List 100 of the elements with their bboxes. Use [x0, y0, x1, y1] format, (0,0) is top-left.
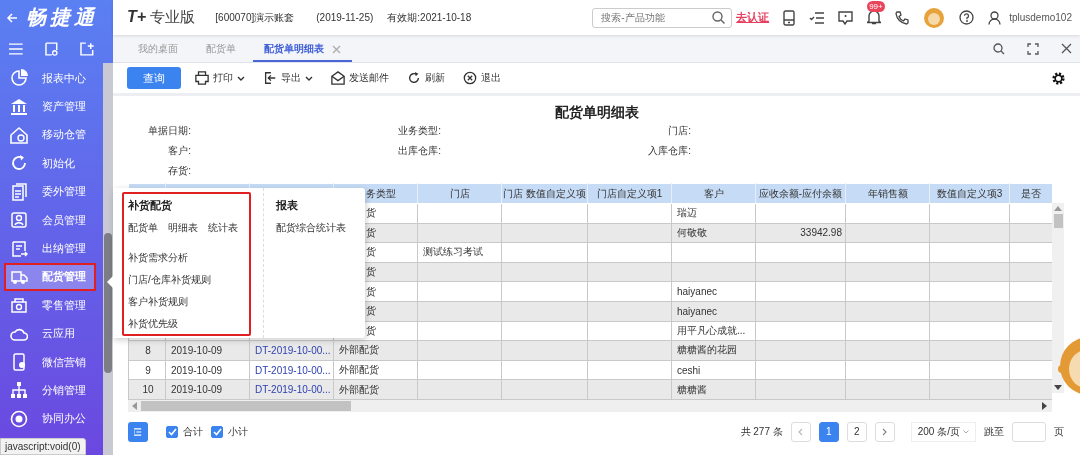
validity-text: 有效期:2021-10-18 [387, 10, 472, 25]
message-icon[interactable] [838, 10, 854, 25]
sidebar-item[interactable]: 委外管理 [0, 177, 103, 206]
help-icon[interactable] [959, 10, 975, 25]
fullscreen-icon[interactable] [1027, 42, 1039, 55]
bank-icon [10, 97, 28, 116]
list-button[interactable] [128, 421, 148, 442]
refresh-icon [407, 71, 421, 85]
table-cell: 测试练习考试 [417, 242, 502, 263]
table-cell: 8 [128, 340, 166, 361]
column-header[interactable]: 是否 [1009, 183, 1052, 204]
arrow-left-icon[interactable] [132, 401, 138, 410]
table-cell: 2019-10-09 [165, 360, 250, 380]
checkbox-label: 小计 [228, 424, 248, 439]
phone-icon[interactable] [895, 10, 910, 25]
add-window-icon[interactable] [80, 42, 94, 56]
user-icon[interactable] [988, 10, 1002, 25]
house-icon [10, 125, 28, 144]
column-header[interactable]: 门店 [417, 183, 502, 204]
document-search-icon[interactable] [44, 42, 59, 56]
caret-icon [237, 75, 245, 81]
list-icon [134, 426, 142, 437]
table-cell: 瑞迈 [671, 203, 756, 224]
arrow-right-icon[interactable] [1042, 401, 1048, 410]
caret-icon [963, 429, 969, 434]
search-icon[interactable] [712, 11, 726, 24]
toolbar-button[interactable]: 退出 [459, 71, 505, 85]
settings-icon[interactable] [1051, 70, 1066, 86]
sidebar-item[interactable]: 初始化 [0, 149, 103, 178]
table-cell: ceshi [671, 360, 756, 380]
document-icon [10, 182, 28, 201]
scrollbar[interactable] [1052, 203, 1064, 393]
sidebar-item[interactable]: 零售管理 [0, 291, 103, 320]
id-card-icon [10, 211, 28, 230]
mail-icon [331, 71, 345, 85]
sidebar-item[interactable]: 会员管理 [0, 205, 103, 235]
table-cell: 9 [128, 360, 166, 380]
column-header[interactable]: 客户 [671, 183, 756, 204]
page-button[interactable]: 1 [818, 421, 839, 442]
tab[interactable]: 配货单明细表 [253, 38, 352, 62]
query-button[interactable]: 查询 [127, 67, 181, 89]
checkbox-label: 合计 [183, 424, 203, 439]
menu-item[interactable]: 统计表 [208, 221, 238, 235]
sidebar-item[interactable]: 云应用 [0, 319, 103, 348]
sidebar-item[interactable]: 报表中心 [0, 64, 103, 93]
scrollbar-thumb[interactable] [104, 233, 112, 373]
close-icon[interactable] [1061, 43, 1072, 54]
page-button[interactable]: 2 [846, 421, 867, 442]
sidebar-item[interactable]: 协同办公 [0, 404, 103, 434]
avatar-icon[interactable] [923, 6, 946, 29]
sidebar-item[interactable]: 分销管理 [0, 376, 103, 405]
table-cell: 外部配货 [333, 360, 418, 380]
filter-label: 单据日期: [147, 124, 191, 138]
checkbox[interactable] [166, 425, 178, 438]
arrow-down-icon[interactable] [1054, 385, 1062, 390]
menu-item[interactable]: 客户补货规则 [128, 295, 263, 309]
status-tooltip: javascript:void(0) [0, 438, 86, 455]
checklist-icon[interactable] [809, 10, 825, 25]
toolbar-button[interactable]: 发送邮件 [327, 71, 393, 85]
menu-item[interactable]: 配货单 [128, 221, 158, 235]
back-arrow-icon[interactable] [6, 11, 18, 24]
search-field[interactable]: 搜索-产品功能 [592, 7, 733, 28]
page-number-field[interactable] [1012, 421, 1046, 442]
column-header[interactable]: 年销售额 [845, 183, 930, 204]
toolbar-button[interactable]: 刷新 [403, 71, 449, 85]
column-header[interactable]: 应收余额-应付余额 [755, 183, 846, 204]
scrollbar-thumb[interactable] [141, 400, 351, 411]
checkbox[interactable] [211, 425, 223, 438]
sidebar-item[interactable]: 微信营销 [0, 347, 103, 377]
page-size-select[interactable]: 200 条/页 [910, 421, 976, 442]
user-name[interactable]: tplusdemo102 [1009, 12, 1072, 23]
column-header[interactable]: 数值自定义项3 [929, 183, 1010, 204]
account-name: [600070]演示账套 [215, 10, 295, 25]
column-header[interactable]: 门店自定义项1 [587, 183, 672, 204]
column-header[interactable]: 门店 数值自定义项 [501, 183, 588, 204]
notification-badge: 99+ [867, 1, 885, 12]
scrollbar[interactable] [103, 63, 113, 455]
toolbar-button[interactable]: 打印 [191, 71, 249, 85]
scrollbar-thumb[interactable] [1053, 214, 1063, 228]
menu-item[interactable]: 补货需求分析 [128, 251, 263, 265]
verify-link[interactable]: 去认证 [736, 10, 770, 25]
filter-label: 存货: [167, 164, 191, 178]
chevron-right-icon [882, 427, 888, 436]
chevron-left-icon [798, 427, 804, 436]
menu-icon[interactable] [9, 43, 23, 55]
menu-item[interactable]: 补货优先级 [128, 317, 263, 331]
search-icon[interactable] [993, 42, 1005, 55]
caret-icon [305, 75, 313, 81]
tablet-icon[interactable] [783, 9, 796, 26]
filter-label: 业务类型: [397, 124, 441, 138]
arrow-up-icon[interactable] [1054, 206, 1062, 211]
menu-item[interactable]: 门店/仓库补货规则 [128, 273, 263, 287]
filter-label: 客户: [167, 144, 191, 158]
sidebar-item[interactable]: 出纳管理 [0, 234, 103, 263]
toolbar-button[interactable]: 导出 [259, 71, 317, 85]
document-link[interactable]: DT-2019-10-00... [249, 360, 334, 380]
sidebar-item[interactable]: 资产管理 [0, 92, 103, 121]
sidebar-item[interactable]: 移动仓管 [0, 120, 103, 150]
bell-icon[interactable] [867, 10, 882, 25]
menu-item[interactable]: 明细表 [168, 221, 198, 235]
